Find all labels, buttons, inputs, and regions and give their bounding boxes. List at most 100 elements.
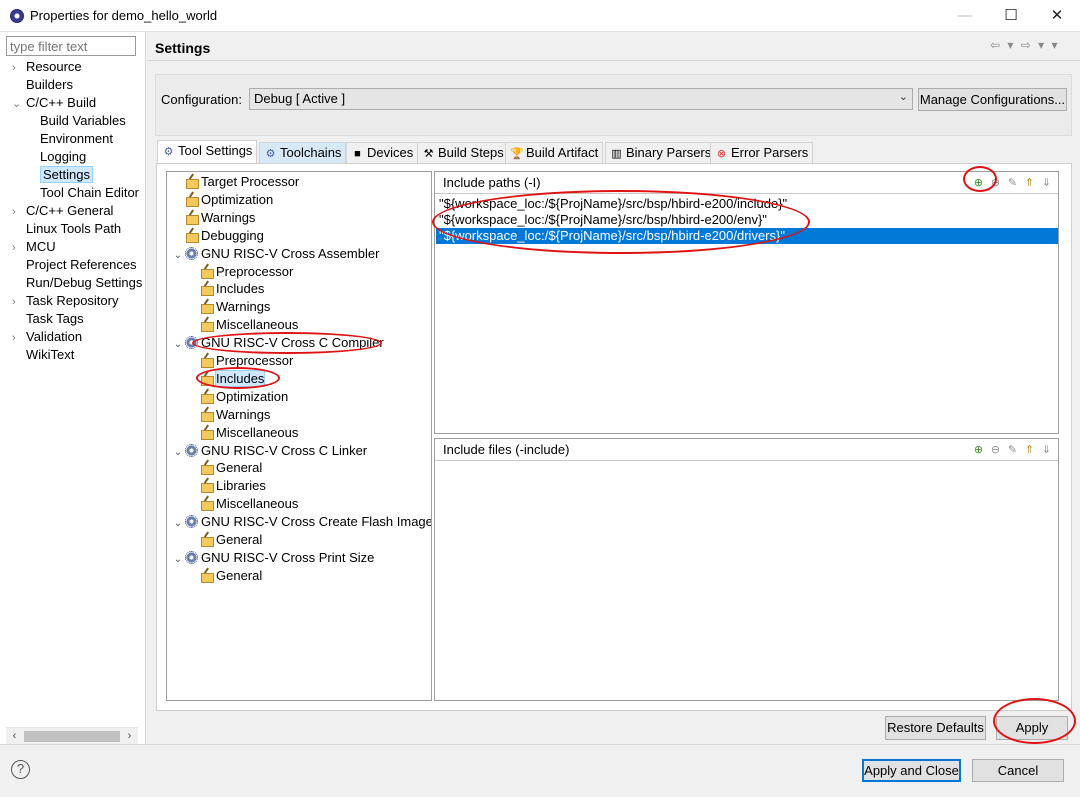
include-files-header: Include files (-include) ⊕ ⊖ ✎ ⇑ ⇓ bbox=[435, 439, 1058, 461]
edit-icon[interactable]: ✎ bbox=[1005, 443, 1020, 457]
history-nav-arrows[interactable]: ⇦ ▾ ⇨ ▾ ▾ bbox=[990, 38, 1060, 52]
move-up-icon[interactable]: ⇑ bbox=[1022, 443, 1037, 457]
tool-gear-icon bbox=[185, 515, 198, 529]
sidebar-item[interactable]: › C/C++ General bbox=[12, 202, 113, 220]
option-node[interactable]: Libraries bbox=[200, 477, 266, 495]
add-icon[interactable]: ⊕ bbox=[971, 176, 986, 190]
option-node[interactable]: Preprocessor bbox=[200, 352, 293, 370]
cancel-button[interactable]: Cancel bbox=[972, 759, 1064, 782]
move-up-icon[interactable]: ⇑ bbox=[1022, 176, 1037, 190]
tab-label: Build Artifact bbox=[526, 145, 599, 160]
option-node[interactable]: Includes bbox=[200, 369, 266, 388]
sidebar-item[interactable]: Builders bbox=[12, 76, 73, 94]
option-node[interactable]: Includes bbox=[200, 280, 264, 298]
tab-icon: ■ bbox=[354, 148, 361, 160]
chevron-down-icon[interactable]: ⌄ bbox=[171, 336, 185, 354]
option-node[interactable]: Target Processor bbox=[185, 173, 299, 191]
tool-node[interactable]: ⌄ GNU RISC-V Cross Print Size bbox=[171, 549, 375, 569]
scroll-right-button[interactable]: › bbox=[121, 728, 138, 745]
tool-node[interactable]: ⌄ GNU RISC-V Cross C Linker bbox=[171, 442, 367, 460]
tree-node-label: Includes bbox=[214, 369, 266, 387]
option-node[interactable]: General bbox=[200, 459, 262, 477]
option-node[interactable]: Preprocessor bbox=[200, 263, 293, 281]
tab-item[interactable]: ⚒ Build Steps bbox=[417, 142, 509, 163]
filter-input[interactable] bbox=[6, 36, 136, 56]
sidebar-item-label: Tool Chain Editor bbox=[40, 185, 139, 200]
tab-item[interactable]: ⚙ Toolchains bbox=[259, 142, 347, 163]
expander-icon[interactable]: › bbox=[12, 59, 26, 77]
option-node[interactable]: Optimization bbox=[200, 388, 288, 406]
sidebar-item[interactable]: › Task Repository bbox=[12, 292, 118, 310]
sidebar-item[interactable]: › MCU bbox=[12, 238, 56, 256]
scroll-thumb[interactable] bbox=[24, 731, 120, 742]
include-path-row[interactable]: "${workspace_loc:/${ProjName}/src/bsp/hb… bbox=[436, 212, 1058, 228]
help-icon[interactable]: ? bbox=[11, 760, 30, 779]
tab-item[interactable]: ▥ Binary Parsers bbox=[605, 142, 717, 163]
delete-icon[interactable]: ⊖ bbox=[988, 176, 1003, 190]
sidebar-item[interactable]: Linux Tools Path bbox=[12, 220, 121, 238]
option-page-icon bbox=[200, 265, 214, 279]
chevron-down-icon[interactable]: ⌄ bbox=[171, 515, 185, 533]
delete-icon[interactable]: ⊖ bbox=[988, 443, 1003, 457]
tree-node-label: Optimization bbox=[216, 388, 289, 404]
sidebar-item[interactable]: Logging bbox=[40, 148, 86, 166]
tab-item[interactable]: 🏆 Build Artifact bbox=[505, 142, 604, 163]
tree-node-label: GNU RISC-V Cross Create Flash Image bbox=[201, 514, 432, 530]
sidebar-item[interactable]: Settings bbox=[40, 166, 93, 184]
option-node[interactable]: General bbox=[200, 531, 262, 549]
apply-button[interactable]: Apply bbox=[996, 716, 1068, 740]
chevron-down-icon[interactable]: ⌄ bbox=[171, 444, 185, 462]
edit-icon[interactable]: ✎ bbox=[1005, 176, 1020, 190]
configuration-select[interactable]: Debug [ Active ] ⌄ bbox=[249, 88, 913, 110]
add-icon[interactable]: ⊕ bbox=[971, 443, 986, 457]
option-node[interactable]: Miscellaneous bbox=[200, 316, 298, 334]
option-node[interactable]: Warnings bbox=[185, 209, 255, 227]
manage-configurations-button[interactable]: Manage Configurations... bbox=[918, 88, 1067, 111]
sidebar-item[interactable]: WikiText bbox=[12, 346, 74, 364]
scroll-left-button[interactable]: ‹ bbox=[6, 728, 23, 745]
tab-item[interactable]: ■ Devices bbox=[346, 142, 419, 163]
chevron-down-icon[interactable]: ⌄ bbox=[171, 247, 185, 265]
expander-icon[interactable]: ⌄ bbox=[12, 95, 26, 113]
sidebar-item[interactable]: Environment bbox=[40, 130, 113, 148]
expander-icon[interactable]: › bbox=[12, 293, 26, 311]
expander-icon[interactable]: › bbox=[12, 329, 26, 347]
expander-icon[interactable]: › bbox=[12, 203, 26, 221]
sidebar-item[interactable]: Build Variables bbox=[40, 112, 126, 130]
include-path-row[interactable]: "${workspace_loc:/${ProjName}/src/bsp/hb… bbox=[436, 228, 1058, 244]
option-node[interactable]: Debugging bbox=[185, 227, 264, 245]
move-down-icon[interactable]: ⇓ bbox=[1039, 176, 1054, 190]
tab-label: Tool Settings bbox=[178, 143, 253, 158]
sidebar-item[interactable]: ⌄ C/C++ Build bbox=[12, 94, 96, 112]
option-node[interactable]: Optimization bbox=[185, 191, 273, 209]
option-node[interactable]: Warnings bbox=[200, 406, 270, 424]
sidebar-item[interactable]: Run/Debug Settings bbox=[12, 274, 142, 292]
horizontal-scrollbar[interactable]: ‹ › bbox=[6, 727, 138, 744]
expander-icon[interactable]: › bbox=[12, 239, 26, 257]
option-node[interactable]: Miscellaneous bbox=[200, 495, 298, 513]
sidebar-item-label: Resource bbox=[26, 59, 82, 74]
apply-and-close-button[interactable]: Apply and Close bbox=[862, 759, 961, 782]
sidebar-item[interactable]: › Validation bbox=[12, 328, 82, 346]
property-page-tree: ›ResourceBuilders⌄C/C++ BuildBuild Varia… bbox=[0, 32, 146, 744]
tool-node[interactable]: ⌄ GNU RISC-V Cross C Compiler bbox=[171, 334, 384, 352]
chevron-down-icon[interactable]: ⌄ bbox=[171, 551, 185, 569]
sidebar-item[interactable]: › Resource bbox=[12, 58, 82, 76]
include-path-row[interactable]: "${workspace_loc:/${ProjName}/src/bsp/hb… bbox=[436, 196, 1058, 212]
option-page-icon bbox=[200, 300, 214, 315]
sidebar-item[interactable]: Project References bbox=[12, 256, 137, 274]
tool-node[interactable]: ⌄ GNU RISC-V Cross Assembler bbox=[171, 245, 380, 265]
restore-defaults-button[interactable]: Restore Defaults bbox=[885, 716, 986, 740]
sidebar-item[interactable]: Tool Chain Editor bbox=[40, 184, 139, 202]
tool-node[interactable]: ⌄ GNU RISC-V Cross Create Flash Image bbox=[171, 513, 432, 533]
move-down-icon[interactable]: ⇓ bbox=[1039, 443, 1054, 457]
tab-item[interactable]: ⊗ Error Parsers bbox=[710, 142, 814, 163]
tab-item[interactable]: ⚙ Tool Settings bbox=[157, 140, 258, 164]
option-node[interactable]: General bbox=[200, 567, 262, 585]
option-node[interactable]: Miscellaneous bbox=[200, 424, 298, 442]
maximize-button[interactable]: ☐ bbox=[988, 0, 1034, 32]
minimize-button[interactable]: — bbox=[942, 0, 988, 32]
option-node[interactable]: Warnings bbox=[200, 298, 270, 316]
close-button[interactable]: ✕ bbox=[1034, 0, 1080, 32]
sidebar-item[interactable]: Task Tags bbox=[12, 310, 84, 328]
